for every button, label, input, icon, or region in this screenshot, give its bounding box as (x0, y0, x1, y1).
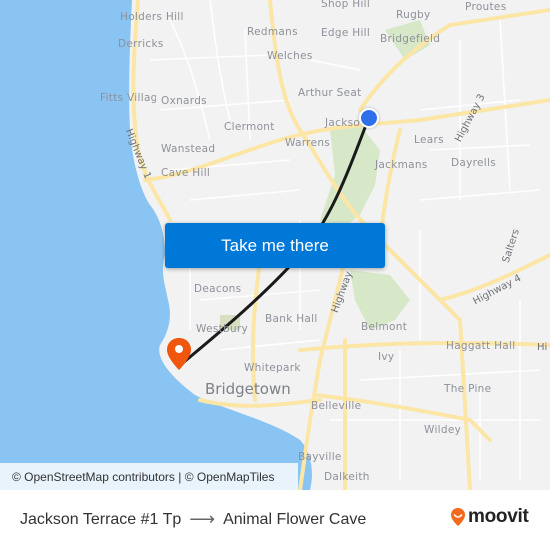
place-label: Haggatt Hall (446, 340, 516, 352)
place-label: Deacons (194, 283, 242, 295)
place-label: Shop Hill (321, 0, 371, 10)
place-label: Dalkeith (324, 471, 370, 483)
take-me-there-button[interactable]: Take me there (165, 223, 385, 268)
place-label: Dayrells (451, 157, 496, 169)
route-summary: Jackson Terrace #1 Tp ⟶ Animal Flower Ca… (20, 509, 366, 530)
place-label: Arthur Seat (298, 87, 362, 99)
destination-name: Animal Flower Cave (223, 510, 367, 528)
place-label: The Pine (444, 383, 492, 395)
place-label: Jackmans (375, 159, 428, 171)
place-label: Fitts Villag (100, 92, 156, 104)
place-label: Bridgetown (205, 380, 291, 398)
place-label: Wildey (424, 424, 462, 436)
place-label: Belmont (361, 321, 408, 333)
origin-marker[interactable] (359, 108, 379, 128)
place-label: Bridgefield (380, 33, 441, 45)
attribution-separator: | (174, 469, 185, 484)
place-label: Edge Hill (321, 27, 371, 39)
moovit-wordmark: moovit (468, 506, 529, 527)
omt-attribution-link[interactable]: © OpenMapTiles (185, 470, 275, 484)
place-label: Warrens (285, 137, 331, 149)
place-label: Cave Hill (161, 167, 211, 179)
place-label: Bayville (298, 451, 342, 463)
destination-pin-icon[interactable] (166, 337, 192, 376)
origin-name: Jackson Terrace #1 Tp (20, 510, 182, 528)
place-label: Derricks (118, 38, 164, 50)
moovit-pin-icon (451, 508, 465, 526)
place-label: Bank Hall (265, 313, 318, 325)
road-label: Hi (537, 342, 548, 353)
osm-attribution-link[interactable]: © OpenStreetMap contributors (12, 470, 175, 484)
place-label: Belleville (311, 400, 362, 412)
place-label: Redmans (247, 26, 298, 38)
place-label: Welches (267, 50, 313, 62)
place-label: Whitepark (244, 362, 301, 374)
place-label: Lears (414, 134, 444, 146)
place-label: Jackso (325, 117, 361, 129)
map-attribution: © OpenStreetMap contributors | © OpenMap… (0, 463, 298, 490)
place-label: Wanstead (161, 143, 216, 155)
place-label: Clermont (224, 121, 275, 133)
map-view[interactable]: Holders Hill Derricks Fitts Villag Oxnar… (0, 0, 550, 490)
place-label: Westbury (196, 323, 249, 335)
place-label: Ivy (378, 351, 395, 363)
place-label: Holders Hill (120, 11, 184, 23)
place-label: Oxnards (161, 95, 207, 107)
place-label: Rugby (396, 9, 431, 21)
moovit-logo[interactable]: moovit (450, 506, 529, 528)
arrow-right-icon: ⟶ (189, 509, 216, 529)
place-label: Proutes (465, 1, 507, 13)
